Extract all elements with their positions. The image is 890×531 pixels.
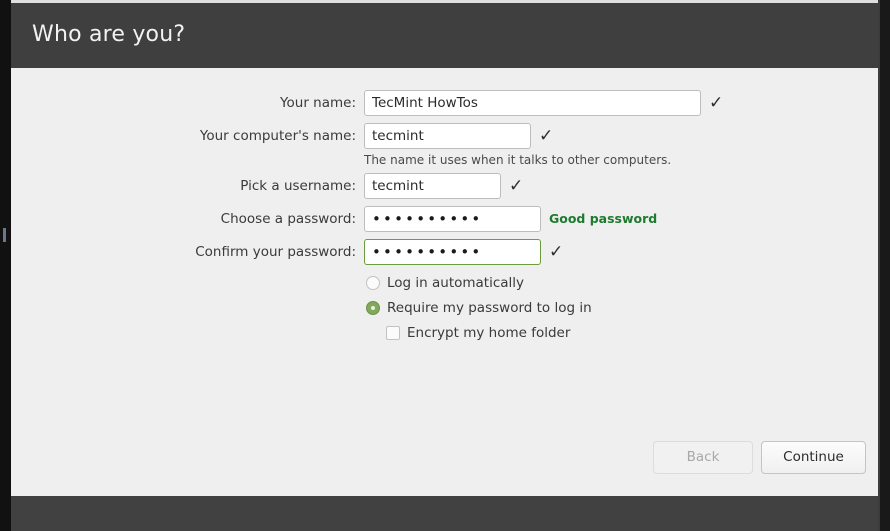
radio-login-automatically-icon[interactable]: [366, 276, 380, 290]
desktop-background: Who are you? Your name: ✓ Your computer'…: [0, 0, 890, 531]
encrypt-home-label: Encrypt my home folder: [407, 325, 571, 341]
option-login-automatically[interactable]: Log in automatically: [366, 273, 524, 293]
window-header: Who are you?: [11, 3, 878, 68]
require-password-label: Require my password to log in: [387, 300, 592, 316]
computer-name-hint: The name it uses when it talks to other …: [364, 153, 672, 167]
field-row-computer-name: Your computer's name:: [11, 123, 356, 149]
launcher-indicator-icon: [3, 228, 6, 242]
username-check-icon: ✓: [509, 176, 524, 196]
username-label: Pick a username:: [240, 178, 356, 194]
continue-button[interactable]: Continue: [761, 441, 866, 474]
checkbox-encrypt-home-icon[interactable]: [386, 326, 400, 340]
your-name-check-icon: ✓: [709, 93, 724, 113]
confirm-password-label: Confirm your password:: [195, 244, 356, 260]
password-strength-label: Good password: [549, 211, 658, 226]
computer-name-input[interactable]: [364, 123, 531, 149]
unity-launcher-strip: [0, 0, 11, 531]
back-button[interactable]: Back: [653, 441, 753, 474]
field-row-password: Choose a password:: [11, 206, 356, 232]
installer-window: Who are you? Your name: ✓ Your computer'…: [11, 0, 878, 531]
confirm-password-check-icon: ✓: [549, 242, 564, 262]
computer-name-check-icon: ✓: [539, 126, 554, 146]
confirm-password-input[interactable]: ••••••••••: [364, 239, 541, 265]
field-row-username: Pick a username:: [11, 173, 356, 199]
installer-content: Your name: ✓ Your computer's name: ✓ The…: [11, 68, 878, 496]
username-input[interactable]: [364, 173, 501, 199]
option-require-password[interactable]: Require my password to log in: [366, 298, 592, 318]
field-row-confirm-password: Confirm your password:: [11, 239, 356, 265]
window-footer-bar: [11, 496, 878, 531]
desktop-right-edge: [878, 0, 890, 531]
your-name-label: Your name:: [280, 95, 356, 111]
radio-require-password-icon[interactable]: [366, 301, 380, 315]
window-right-border: [878, 0, 880, 531]
option-encrypt-home[interactable]: Encrypt my home folder: [386, 323, 570, 343]
computer-name-label: Your computer's name:: [199, 128, 356, 144]
field-row-your-name: Your name:: [11, 90, 356, 116]
password-label: Choose a password:: [220, 211, 356, 227]
your-name-input[interactable]: [364, 90, 701, 116]
page-title: Who are you?: [32, 22, 186, 47]
login-automatically-label: Log in automatically: [387, 275, 525, 291]
password-input[interactable]: ••••••••••: [364, 206, 541, 232]
